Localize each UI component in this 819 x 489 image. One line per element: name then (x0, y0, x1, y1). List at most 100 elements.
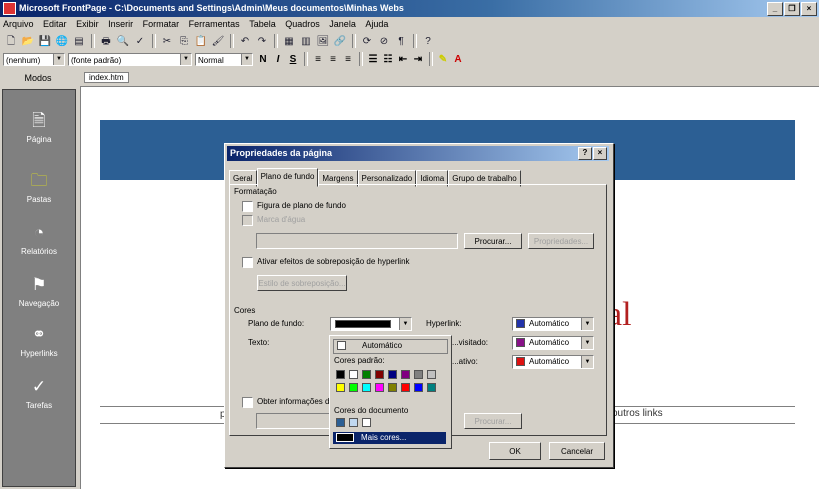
document-color-swatch[interactable] (349, 418, 358, 427)
standard-color-swatch[interactable] (414, 370, 423, 379)
standard-color-swatch[interactable] (362, 383, 371, 392)
standard-color-swatch[interactable] (427, 383, 436, 392)
menu-ajuda[interactable]: Ajuda (365, 19, 388, 29)
menu-inserir[interactable]: Inserir (108, 19, 133, 29)
font-color-icon[interactable]: A (451, 54, 465, 65)
view-hyperlinks[interactable]: ⚭ Hyperlinks (3, 324, 75, 358)
standard-color-swatch[interactable] (388, 370, 397, 379)
align-right-icon[interactable]: ≡ (341, 54, 355, 65)
save-icon[interactable]: 💾 (37, 34, 53, 49)
menu-exibir[interactable]: Exibir (76, 19, 99, 29)
cut-icon[interactable]: ✂ (159, 34, 175, 49)
automatic-color-label: Automático (362, 341, 403, 350)
size-combo[interactable]: Normal ▼ (195, 52, 253, 66)
help-button[interactable]: ? (578, 147, 592, 160)
standard-color-swatch[interactable] (414, 383, 423, 392)
view-folders[interactable]: 🗀 Pastas (3, 170, 75, 204)
format-painter-icon[interactable]: 🖌 (210, 34, 226, 49)
document-tab[interactable]: index.htm (84, 72, 129, 83)
help-icon[interactable]: ? (420, 34, 436, 49)
standard-color-swatch[interactable] (427, 370, 436, 379)
underline-icon[interactable]: S (286, 54, 300, 65)
standard-color-swatch[interactable] (336, 370, 345, 379)
standard-color-swatch[interactable] (349, 383, 358, 392)
tab-background[interactable]: Plano de fundo (256, 168, 319, 187)
stop-icon[interactable]: ⊘ (376, 34, 392, 49)
ok-button[interactable]: OK (489, 442, 541, 460)
align-left-icon[interactable]: ≡ (311, 54, 325, 65)
menu-ferramentas[interactable]: Ferramentas (189, 19, 240, 29)
numbering-icon[interactable]: ☰ (366, 54, 380, 65)
undo-icon[interactable]: ↶ (237, 34, 253, 49)
folder-list-icon[interactable]: ▤ (71, 34, 87, 49)
document-color-swatch[interactable] (362, 418, 371, 427)
standard-color-swatch[interactable] (375, 383, 384, 392)
standard-color-swatch[interactable] (336, 383, 345, 392)
menu-quadros[interactable]: Quadros (285, 19, 320, 29)
view-tasks[interactable]: ✓ Tarefas (3, 376, 75, 410)
refresh-icon[interactable]: ⟳ (359, 34, 375, 49)
insert-picture-icon[interactable]: 🖼 (315, 34, 331, 49)
active-color-select[interactable]: Automático ▼ (512, 355, 594, 369)
menu-editar[interactable]: Editar (43, 19, 67, 29)
browse-button[interactable]: Procurar... (464, 233, 522, 249)
new-page-icon[interactable]: 🗋 (3, 34, 19, 49)
standard-color-swatch[interactable] (349, 370, 358, 379)
bullets-icon[interactable]: ☷ (381, 54, 395, 65)
menu-janela[interactable]: Janela (329, 19, 356, 29)
bg-image-path-field[interactable] (256, 233, 458, 249)
align-center-icon[interactable]: ≡ (326, 54, 340, 65)
view-reports[interactable]: ◔ Relatórios (3, 222, 75, 256)
other-links-text[interactable]: outros links (612, 408, 663, 419)
redo-icon[interactable]: ↷ (254, 34, 270, 49)
standard-color-swatch[interactable] (401, 383, 410, 392)
paste-icon[interactable]: 📋 (193, 34, 209, 49)
restore-button[interactable]: ❐ (784, 2, 800, 16)
increase-indent-icon[interactable]: ⇥ (411, 54, 425, 65)
rollover-style-button[interactable]: Estilo de sobreposição... (257, 275, 347, 291)
preview-icon[interactable]: 🔍 (115, 34, 131, 49)
dialog-close-button[interactable]: × (593, 147, 607, 160)
get-info-checkbox[interactable] (242, 397, 253, 408)
open-icon[interactable]: 📂 (20, 34, 36, 49)
rollover-checkbox[interactable] (242, 257, 253, 268)
publish-icon[interactable]: 🌐 (54, 34, 70, 49)
standard-color-swatch[interactable] (362, 370, 371, 379)
automatic-color-option[interactable]: Automático (333, 339, 448, 354)
show-all-icon[interactable]: ¶ (393, 34, 409, 49)
visited-color-select[interactable]: Automático ▼ (512, 336, 594, 350)
close-button[interactable]: × (801, 2, 817, 16)
bold-icon[interactable]: N (256, 54, 270, 65)
italic-icon[interactable]: I (271, 54, 285, 65)
minimize-button[interactable]: _ (767, 2, 783, 16)
document-color-swatch[interactable] (336, 418, 345, 427)
menu-arquivo[interactable]: Arquivo (3, 19, 34, 29)
rollover-label: Ativar efeitos de sobreposição de hyperl… (257, 257, 410, 266)
menu-tabela[interactable]: Tabela (249, 19, 276, 29)
more-colors-option[interactable]: Mais cores... (333, 432, 446, 444)
print-icon[interactable]: 🖶 (98, 34, 114, 49)
copy-icon[interactable]: ⎘ (176, 34, 192, 49)
bg-image-checkbox[interactable] (242, 201, 253, 212)
decrease-indent-icon[interactable]: ⇤ (396, 54, 410, 65)
font-combo[interactable]: (fonte padrão) ▼ (68, 52, 192, 66)
hyperlink-icon[interactable]: 🔗 (332, 34, 348, 49)
watermark-checkbox[interactable] (242, 215, 253, 226)
standard-color-swatch[interactable] (401, 370, 410, 379)
spelling-icon[interactable]: ✓ (132, 34, 148, 49)
cancel-button[interactable]: Cancelar (549, 442, 605, 460)
properties-button[interactable]: Propriedades... (528, 233, 594, 249)
style-combo[interactable]: (nenhum) ▼ (3, 52, 65, 66)
highlight-icon[interactable]: ✎ (436, 54, 450, 65)
insert-table-icon[interactable]: ▥ (298, 34, 314, 49)
view-navigation[interactable]: ⚑ Navegação (3, 274, 75, 308)
menu-formatar[interactable]: Formatar (143, 19, 180, 29)
view-page[interactable]: 🗎 Página (3, 110, 75, 144)
hyperlink-color-select[interactable]: Automático ▼ (512, 317, 594, 331)
background-color-select[interactable]: ▼ (330, 317, 412, 331)
browse2-button[interactable]: Procurar... (464, 413, 522, 429)
get-info-path-field[interactable] (256, 413, 336, 429)
standard-color-swatch[interactable] (388, 383, 397, 392)
insert-component-icon[interactable]: ▦ (281, 34, 297, 49)
standard-color-swatch[interactable] (375, 370, 384, 379)
